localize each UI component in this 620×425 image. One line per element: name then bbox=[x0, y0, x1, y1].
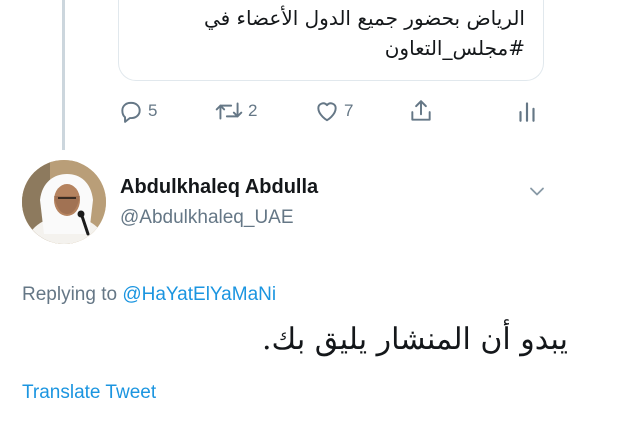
replying-to-line: Replying to @HaYatElYaMaNi bbox=[22, 284, 276, 306]
quoted-tweet-line-1: الرياض بحضور جميع الدول الأعضاء في bbox=[203, 6, 525, 30]
quoted-tweet-hashtag[interactable]: #مجلس_التعاون bbox=[385, 36, 525, 60]
heart-icon bbox=[317, 102, 337, 122]
tweet-action-bar: 5 2 7 bbox=[118, 98, 548, 134]
retweet-button[interactable]: 2 bbox=[214, 98, 257, 124]
reply-button[interactable]: 5 bbox=[118, 98, 157, 124]
reply-icon bbox=[121, 101, 141, 123]
tweet-analytics-button[interactable] bbox=[516, 98, 538, 124]
replying-to-label: Replying to bbox=[22, 284, 123, 305]
share-icon bbox=[411, 100, 431, 121]
quoted-tweet-card[interactable]: الرياض بحضور جميع الدول الأعضاء في #مجلس… bbox=[118, 0, 544, 81]
translate-tweet-link[interactable]: Translate Tweet bbox=[22, 382, 156, 404]
share-button[interactable] bbox=[408, 98, 434, 124]
reply-count: 5 bbox=[148, 101, 158, 120]
tweet-more-menu-button[interactable] bbox=[526, 180, 548, 202]
author-display-name[interactable]: Abdulkhaleq Abdulla bbox=[120, 176, 318, 199]
avatar-portrait-image bbox=[22, 160, 106, 244]
thread-connector-line bbox=[62, 0, 65, 150]
like-button[interactable]: 7 bbox=[314, 98, 353, 124]
like-count: 7 bbox=[344, 101, 354, 120]
retweet-icon bbox=[215, 102, 243, 120]
retweet-count: 2 bbox=[248, 101, 258, 120]
tweet-body-text: يبدو أن المنشار يليق بك. bbox=[262, 322, 568, 357]
chevron-down-icon bbox=[530, 187, 544, 196]
author-handle[interactable]: @Abdulkhaleq_UAE bbox=[120, 207, 294, 229]
author-avatar[interactable] bbox=[22, 160, 106, 244]
analytics-icon bbox=[519, 102, 535, 122]
replying-to-mention-link[interactable]: @HaYatElYaMaNi bbox=[122, 284, 276, 305]
